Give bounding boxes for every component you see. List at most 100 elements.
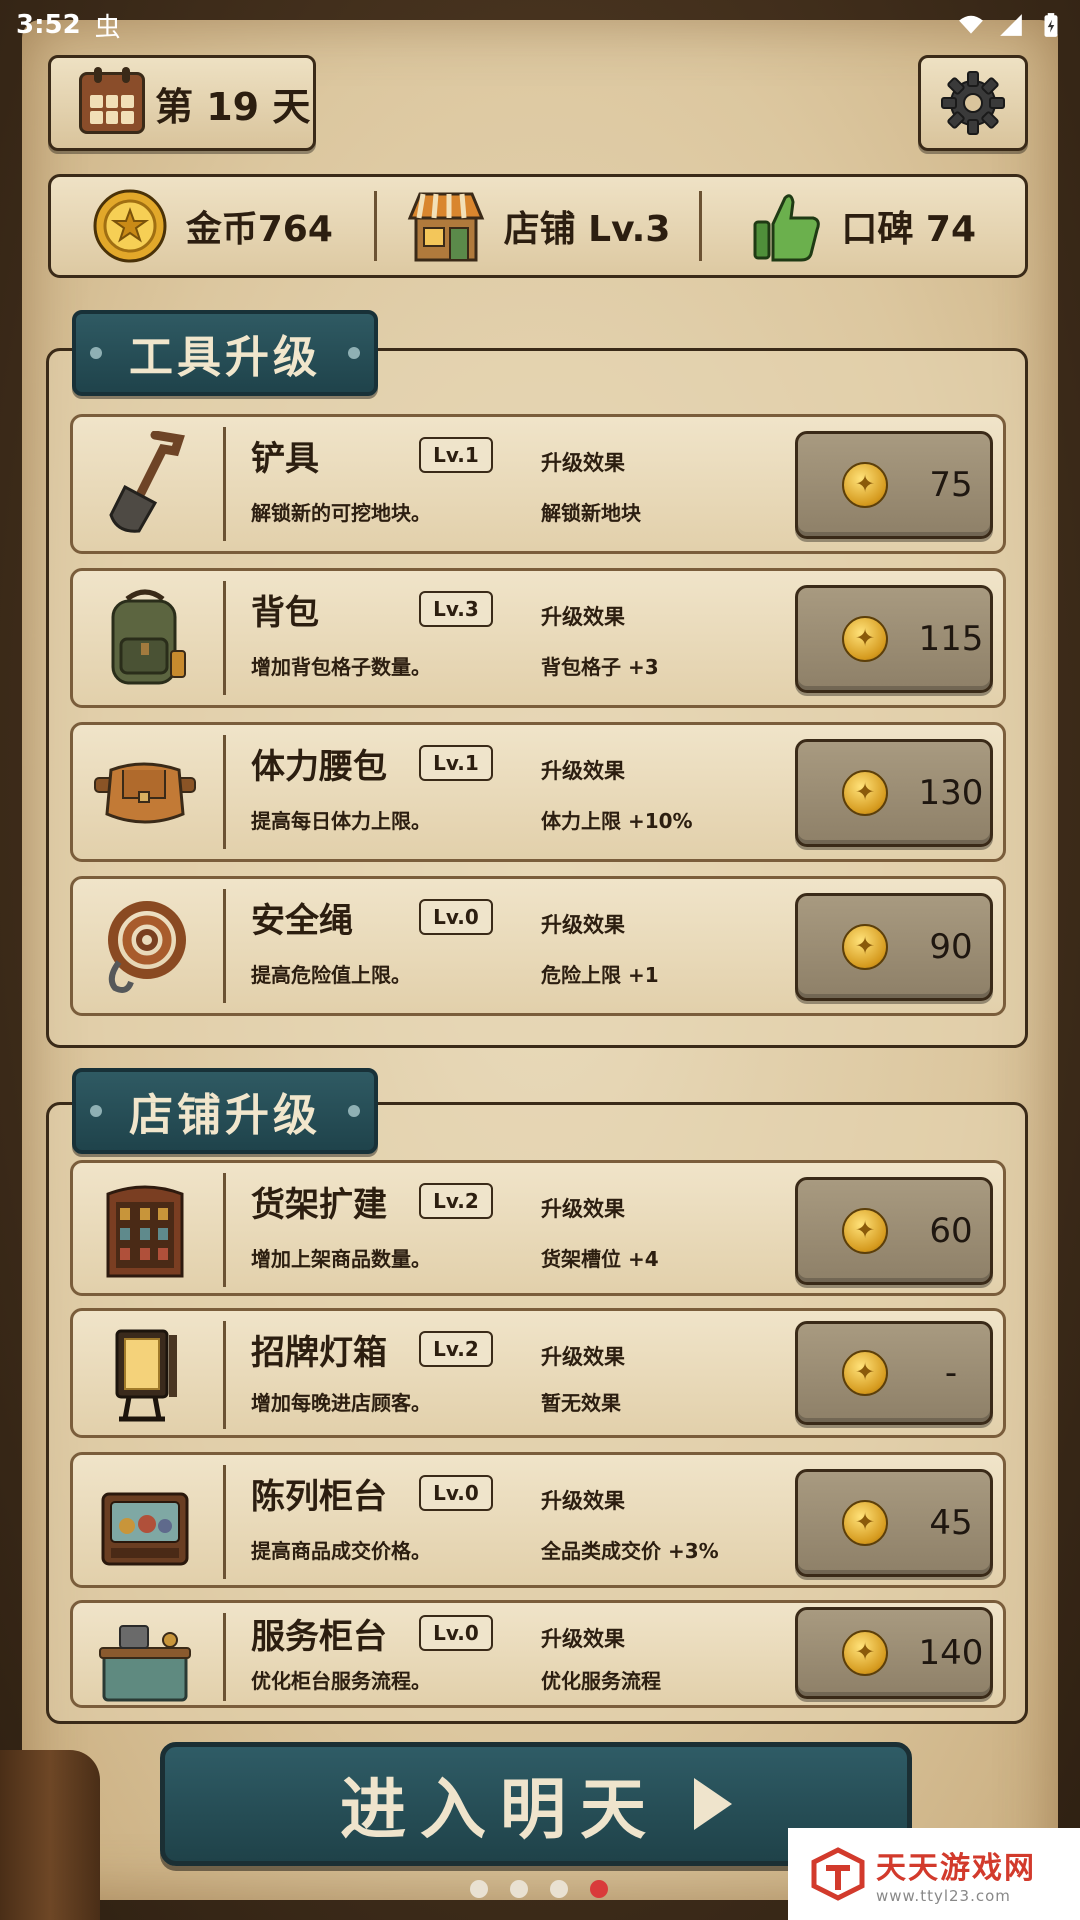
shop-icon [407, 192, 484, 262]
effect-label: 升级效果 [541, 605, 625, 629]
shop-level-label: 店铺 Lv.3 [503, 209, 671, 250]
upgrade-item-waist-pouch: 体力腰包 Lv.1 提高每日体力上限。 升级效果 体力上限 +10% 130 [70, 722, 1006, 862]
item-name: 安全绳 [251, 901, 353, 941]
day-label: 第 19 天 [155, 84, 311, 129]
upgrade-item-display-cabinet: 陈列柜台 Lv.0 提高商品成交价格。 升级效果 全品类成交价 +3% 45 [70, 1452, 1006, 1588]
play-arrow-icon [694, 1778, 732, 1830]
upgrade-buy-button[interactable]: 60 [795, 1177, 993, 1285]
upgrade-item-safety-rope: 安全绳 Lv.0 提高危险值上限。 升级效果 危险上限 +1 90 [70, 876, 1006, 1016]
gear-icon [941, 71, 1005, 135]
item-description: 提高每日体力上限。 [251, 809, 431, 833]
effect-value: 危险上限 +1 [541, 963, 659, 987]
item-name: 陈列柜台 [251, 1477, 387, 1517]
day-counter: 第 19 天 [48, 55, 316, 151]
gold-counter: 金币764 [51, 177, 374, 275]
item-level-badge: Lv.3 [419, 591, 493, 627]
status-bar: 3:52 虫 [0, 0, 1080, 50]
coin-icon [842, 1500, 888, 1546]
page-dot[interactable] [510, 1880, 528, 1898]
lightbox-sign-icon [115, 1329, 177, 1422]
item-description: 提高危险值上限。 [251, 963, 411, 987]
item-level-badge: Lv.1 [419, 437, 493, 473]
item-name: 体力腰包 [251, 747, 387, 787]
watermark: 天天游戏网 www.ttyl23.com [788, 1828, 1080, 1920]
next-day-label: 进入明天 [340, 1771, 660, 1848]
coin-icon [842, 770, 888, 816]
effect-value: 暂无效果 [541, 1391, 621, 1415]
item-name: 铲具 [251, 439, 319, 479]
upgrade-buy-button[interactable]: 130 [795, 739, 993, 847]
coin-icon [842, 924, 888, 970]
backpack-icon [111, 589, 186, 685]
item-name: 招牌灯箱 [251, 1333, 387, 1373]
shop-level: 店铺 Lv.3 [373, 191, 700, 262]
shovel-icon [109, 431, 185, 533]
upgrade-price: 140 [918, 1633, 984, 1673]
shop-section-title: 店铺升级 [72, 1068, 378, 1154]
signal-icon [1000, 14, 1022, 36]
upgrade-price: 75 [929, 465, 973, 505]
effect-value: 体力上限 +10% [541, 809, 693, 833]
page-dot[interactable] [470, 1880, 488, 1898]
effect-value: 背包格子 +3 [541, 655, 659, 679]
service-counter-icon [99, 1625, 191, 1702]
item-description: 提高商品成交价格。 [251, 1539, 431, 1563]
reputation-amount: 口碑 74 [841, 209, 976, 250]
shelf-icon [106, 1185, 184, 1278]
page-dot-active[interactable] [590, 1880, 608, 1898]
page-indicator [470, 1880, 608, 1898]
page-dot[interactable] [550, 1880, 568, 1898]
item-description: 优化柜台服务流程。 [251, 1669, 431, 1693]
upgrade-item-shovel: 铲具 Lv.1 解锁新的可挖地块。 升级效果 解锁新地块 75 [70, 414, 1006, 554]
reputation-counter: 口碑 74 [699, 191, 1025, 262]
item-name: 货架扩建 [251, 1185, 387, 1225]
coin-icon [842, 462, 888, 508]
upgrade-item-service-counter: 服务柜台 Lv.0 优化柜台服务流程。 升级效果 优化服务流程 140 [70, 1600, 1006, 1708]
barrel-decoration [0, 1750, 100, 1920]
gold-coin-icon [93, 189, 167, 263]
settings-button[interactable] [918, 55, 1028, 151]
coin-icon [842, 616, 888, 662]
coin-icon [842, 1208, 888, 1254]
upgrade-buy-button[interactable]: 115 [795, 585, 993, 693]
item-description: 增加背包格子数量。 [251, 655, 431, 679]
status-time: 3:52 [16, 10, 81, 40]
item-level-badge: Lv.2 [419, 1183, 493, 1219]
upgrade-buy-button[interactable]: 140 [795, 1607, 993, 1699]
upgrade-buy-button[interactable]: 75 [795, 431, 993, 539]
effect-label: 升级效果 [541, 1345, 625, 1369]
bug-icon: 虫 [94, 12, 121, 43]
tools-section-title-text: 工具升级 [129, 332, 321, 383]
item-description: 增加上架商品数量。 [251, 1247, 431, 1271]
upgrade-buy-button[interactable]: 45 [795, 1469, 993, 1577]
effect-label: 升级效果 [541, 1489, 625, 1513]
upgrade-buy-button[interactable]: 90 [795, 893, 993, 1001]
upgrade-buy-button[interactable]: - [795, 1321, 993, 1425]
effect-label: 升级效果 [541, 451, 625, 475]
item-description: 解锁新的可挖地块。 [251, 501, 431, 525]
effect-label: 升级效果 [541, 1197, 625, 1221]
upgrade-price: 115 [918, 619, 984, 659]
upgrade-price: 90 [929, 927, 973, 967]
effect-label: 升级效果 [541, 1627, 625, 1651]
display-cabinet-icon [101, 1492, 189, 1566]
wifi-icon [959, 15, 983, 34]
effect-value: 全品类成交价 +3% [541, 1539, 719, 1563]
upgrade-item-shelf: 货架扩建 Lv.2 增加上架商品数量。 升级效果 货架槽位 +4 60 [70, 1160, 1006, 1296]
calendar-icon [79, 67, 145, 134]
effect-value: 解锁新地块 [541, 501, 641, 525]
upgrade-price: - [944, 1353, 958, 1393]
gold-amount: 金币764 [185, 209, 333, 250]
item-level-badge: Lv.2 [419, 1331, 493, 1367]
upgrade-item-backpack: 背包 Lv.3 增加背包格子数量。 升级效果 背包格子 +3 115 [70, 568, 1006, 708]
effect-value: 优化服务流程 [541, 1669, 661, 1693]
item-description: 增加每晚进店顾客。 [251, 1391, 431, 1415]
item-level-badge: Lv.1 [419, 745, 493, 781]
waist-pouch-icon [94, 762, 196, 824]
coin-icon [842, 1350, 888, 1396]
effect-value: 货架槽位 +4 [541, 1247, 659, 1271]
item-level-badge: Lv.0 [419, 1615, 493, 1651]
thumbs-up-icon [753, 194, 821, 262]
item-name: 服务柜台 [251, 1617, 387, 1657]
site-logo-icon [811, 1847, 865, 1901]
